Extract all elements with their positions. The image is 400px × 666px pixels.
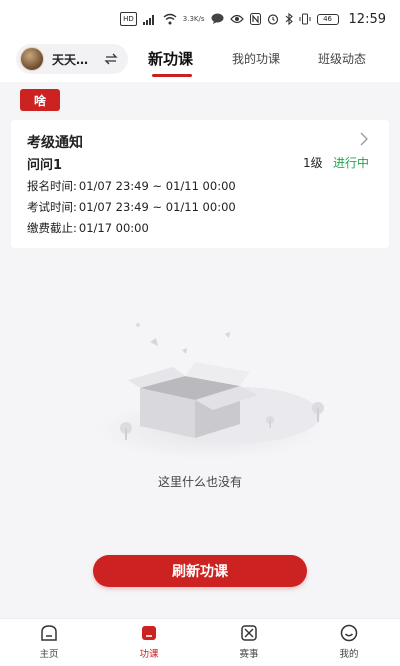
user-switcher[interactable]: 天天… [16, 44, 128, 74]
status-time: 12:59 [348, 11, 386, 27]
nav-item-course[interactable]: 功课 [119, 623, 179, 660]
signal-icon [142, 12, 157, 26]
nfc-icon [249, 12, 261, 26]
message-icon [211, 12, 224, 26]
nav-item-mine[interactable]: 我的 [319, 623, 379, 660]
avatar [20, 47, 44, 71]
course-icon [142, 626, 156, 640]
exam-name: 问问1 [27, 158, 63, 173]
nav-label: 主页 [39, 649, 59, 660]
empty-state-text: 这里什么也没有 [157, 475, 242, 489]
bottom-nav: 主页 功课 赛事 我的 [0, 618, 400, 666]
empty-box-illustration [95, 323, 325, 460]
row-label: 考试时间: [27, 200, 77, 214]
alarm-icon [267, 12, 279, 26]
vibrate-icon [299, 12, 311, 26]
tab-my-course[interactable]: 我的功课 [232, 50, 280, 67]
tab-class-news[interactable]: 班级动态 [318, 50, 366, 67]
top-header: 天天… 新功课 我的功课 班级动态 [0, 38, 400, 82]
card-title: 考级通知 [27, 135, 83, 151]
refresh-course-button[interactable]: 刷新功课 [93, 555, 307, 587]
row-value: 01/07 23:49 ~ 01/11 00:00 [78, 200, 236, 214]
chevron-right-icon [360, 132, 368, 146]
row-label: 报名时间: [27, 179, 77, 193]
profile-icon [340, 624, 358, 642]
wifi-icon [163, 12, 177, 26]
row-value: 01/17 00:00 [78, 221, 149, 235]
match-icon [241, 625, 257, 641]
battery-icon: 46 [316, 13, 339, 25]
row-label: 缴费截止: [27, 221, 77, 235]
user-name: 天天… [52, 52, 89, 67]
switch-icon [104, 53, 118, 65]
nav-label: 功课 [139, 649, 159, 660]
nav-label: 赛事 [239, 649, 259, 660]
hd-icon: HD [120, 12, 137, 26]
exam-notice-card[interactable]: 考级通知 问问1 1级 进行中 报名时间: 01/07 23:49 ~ 01/11… [11, 120, 389, 248]
nav-item-home[interactable]: 主页 [19, 623, 79, 660]
eye-icon [229, 12, 244, 26]
row-value: 01/07 23:49 ~ 01/11 00:00 [78, 179, 236, 193]
status-bar: HD 3.3 K/s 46 12:59 [0, 0, 400, 38]
bluetooth-icon [285, 12, 293, 26]
active-tab-indicator [152, 74, 192, 77]
nav-item-match[interactable]: 赛事 [219, 623, 279, 660]
nav-label: 我的 [339, 649, 359, 660]
category-tag[interactable]: 啥 [20, 89, 60, 111]
payment-deadline-row: 缴费截止: 01/17 00:00 [27, 220, 149, 236]
network-speed: 3.3 K/s [182, 14, 205, 23]
home-icon [41, 625, 57, 641]
exam-time-row: 考试时间: 01/07 23:49 ~ 01/11 00:00 [27, 199, 236, 215]
tab-new-course[interactable]: 新功课 [148, 48, 193, 69]
exam-status-badge: 进行中 [333, 156, 370, 170]
exam-level: 1级 [303, 156, 323, 170]
registration-time-row: 报名时间: 01/07 23:49 ~ 01/11 00:00 [27, 178, 236, 194]
